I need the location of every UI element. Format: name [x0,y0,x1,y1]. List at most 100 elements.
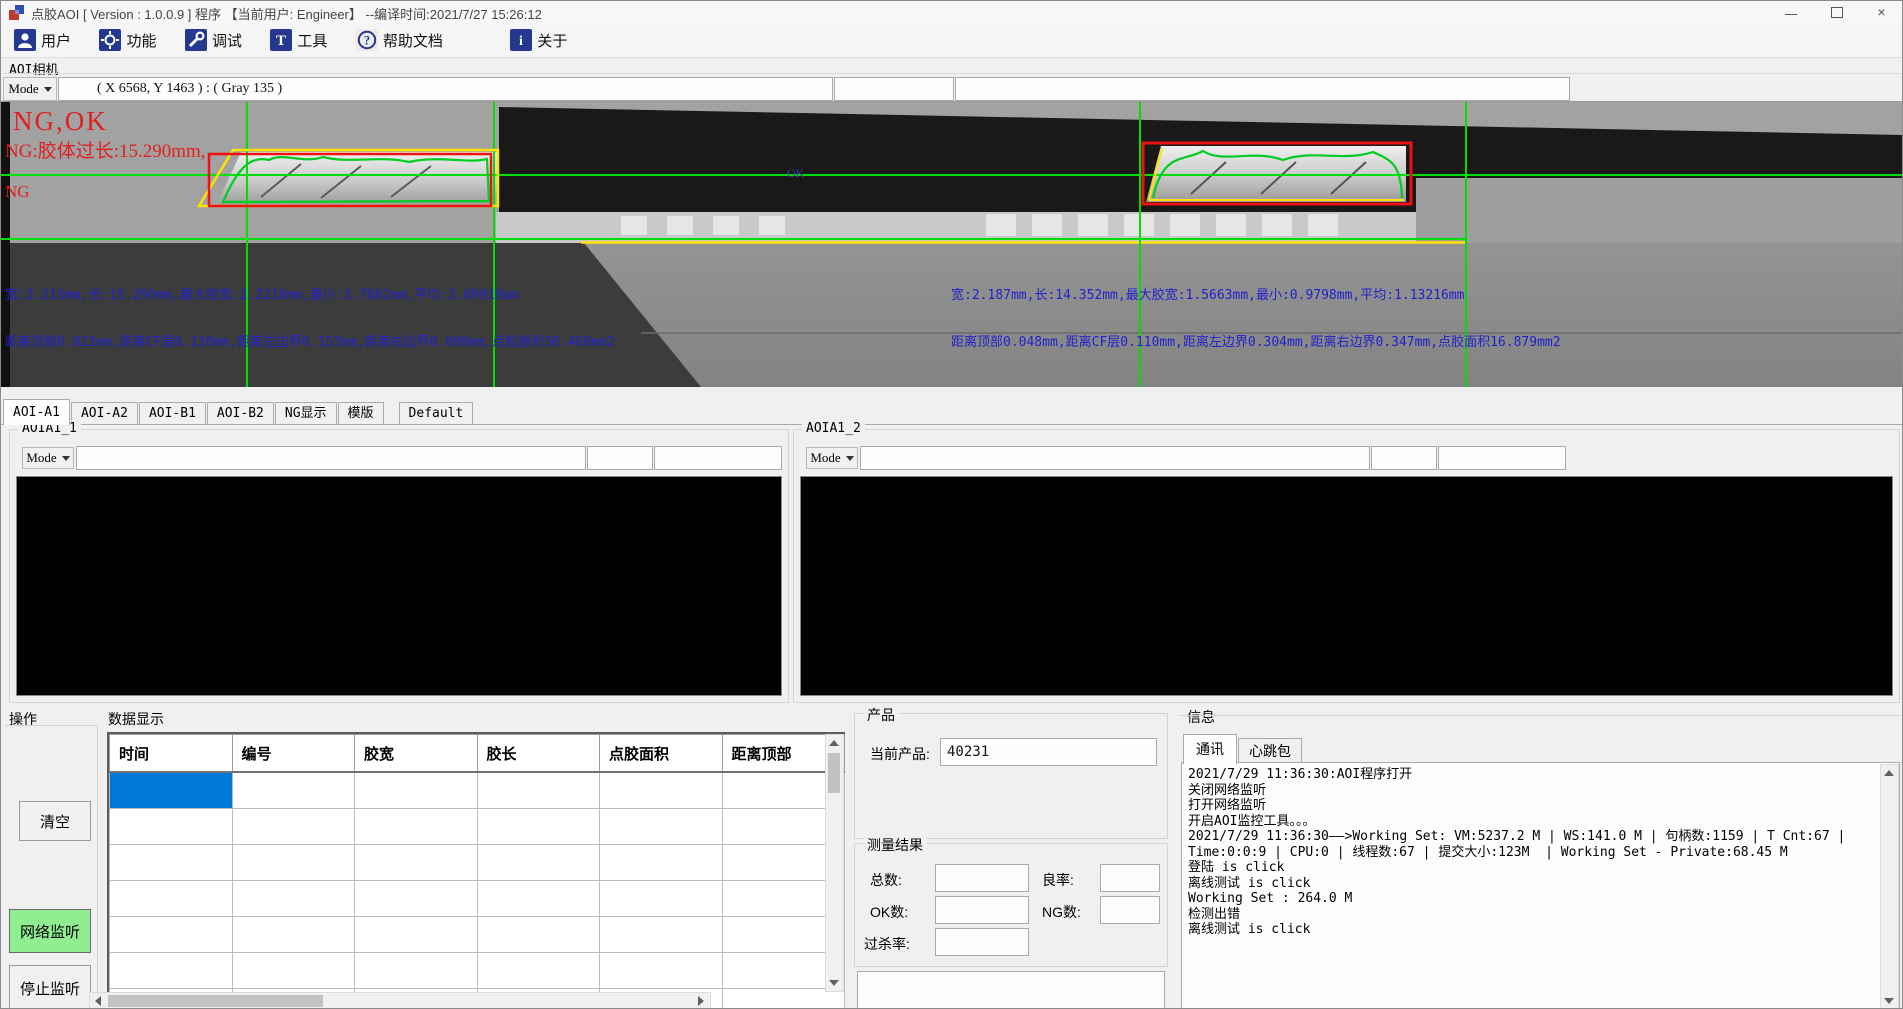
table-row [110,809,845,845]
ok-count-label: OK数: [870,902,908,922]
chevron-down-icon [44,87,52,92]
toolbar-about-button[interactable]: i 关于 [506,26,571,54]
toolbar-debug-button[interactable]: 调试 [181,26,246,54]
overlay-right-measure-line1: 宽:2.187mm,长:14.352mm,最大胶宽:1.5663mm,最小:0.… [951,284,1465,303]
toolbar-user-button[interactable]: 用户 [10,26,75,54]
aoia1-1-image-view[interactable] [16,476,782,696]
table-row [110,917,845,953]
overkill-label: 过杀率: [864,934,910,954]
table-cell[interactable] [477,845,600,881]
info-tab-comm[interactable]: 通讯 [1183,734,1237,765]
table-cell[interactable] [110,953,233,989]
column-header-3[interactable]: 胶长 [477,735,600,773]
window-title: 点胶AOI [ Version : 1.0.0.9 ] 程序 【当前用户: En… [31,4,542,23]
column-header-4[interactable]: 点胶面积 [600,735,723,773]
table-cell[interactable] [477,809,600,845]
toolbar-tools-button[interactable]: T 工具 [266,26,331,54]
log-line: 离线测试 is click [1188,876,1875,892]
tools-icon: T [270,29,292,51]
table-cell[interactable] [232,845,355,881]
column-header-2[interactable]: 胶宽 [355,735,478,773]
table-cell[interactable] [355,953,478,989]
table-cell[interactable] [600,953,723,989]
table-cell[interactable] [600,809,723,845]
svg-text:T: T [276,33,286,49]
total-field [935,864,1029,892]
toolbar-help-button[interactable]: ? 帮助文档 [352,26,447,54]
results-group: 测量结果 总数: 良率: OK数: NG数: 过杀率: [854,843,1168,967]
table-cell[interactable] [110,917,233,953]
tab-ng-display[interactable]: NG显示 [275,402,337,425]
table-cell[interactable] [477,953,600,989]
aoia1-1-mode-dropdown[interactable]: Mode [22,447,74,469]
data-table[interactable]: 时间编号胶宽胶长点胶面积距离顶部 [109,734,845,1009]
table-row [110,953,845,989]
app-window: 点胶AOI [ Version : 1.0.0.9 ] 程序 【当前用户: En… [0,0,1903,1009]
camera-mode-dropdown[interactable]: Mode [3,77,57,101]
panel-aoia1-2: AOIA1_2 Mode [793,429,1900,703]
tab-aoi-a2[interactable]: AOI-A2 [71,402,138,425]
table-cell[interactable] [110,881,233,917]
table-cell[interactable] [355,917,478,953]
column-header-1[interactable]: 编号 [232,735,355,773]
overlay-left-measure-line2: 距离顶部0.021mm,距离CF层0.110mm,距离左边界0.153mm,距离… [5,331,615,350]
log-vscrollbar[interactable] [1880,764,1899,1009]
table-cell[interactable] [600,917,723,953]
network-listen-button[interactable]: 网络监听 [9,909,91,953]
table-cell[interactable] [355,845,478,881]
info-tab-heartbeat[interactable]: 心跳包 [1238,738,1302,763]
table-cell[interactable] [600,881,723,917]
help-icon: ? [356,29,378,51]
table-cell[interactable] [232,809,355,845]
stop-listen-button[interactable]: 停止监听 [9,965,91,1009]
table-cell[interactable] [477,917,600,953]
table-vscrollbar[interactable] [825,734,844,992]
comm-log[interactable]: 2021/7/29 11:36:30:AOI程序打开关闭网络监听打开网络监听开启… [1181,762,1900,1009]
toolbar-function-button[interactable]: 功能 [95,26,160,54]
tab-default[interactable]: Default [399,402,474,425]
minimize-button[interactable] [1769,1,1814,23]
divider [3,73,1902,74]
log-line: Working Set : 264.0 M [1188,891,1875,907]
table-cell[interactable] [232,953,355,989]
table-cell[interactable] [110,845,233,881]
aoia1-1-field-1 [76,446,586,470]
tab-template[interactable]: 模版 [338,402,384,425]
aoia1-2-mode-dropdown[interactable]: Mode [806,447,858,469]
tab-aoi-b2[interactable]: AOI-B2 [207,402,274,425]
table-cell[interactable] [110,809,233,845]
table-cell[interactable] [232,917,355,953]
about-icon: i [510,29,532,51]
aoia1-2-image-view[interactable] [800,476,1893,696]
tab-divider [1,424,1903,425]
tab-aoi-b1[interactable]: AOI-B1 [139,402,206,425]
aoia1-1-field-2 [587,446,653,470]
current-product-field[interactable]: 40231 [940,738,1157,766]
table-cell[interactable] [477,881,600,917]
maximize-button[interactable] [1814,1,1859,23]
tab-aoi-a1[interactable]: AOI-A1 [3,399,70,425]
table-hscrollbar[interactable] [89,992,711,1009]
table-cell[interactable] [232,881,355,917]
overlay-right-measure-line2: 距离顶部0.048mm,距离CF层0.110mm,距离左边界0.304mm,距离… [951,331,1561,350]
table-cell[interactable] [355,809,478,845]
panel-aoia1-1: AOIA1_1 Mode [9,429,789,703]
table-cell[interactable] [232,772,355,809]
table-cell[interactable] [600,845,723,881]
camera-field-3 [955,77,1570,101]
table-cell[interactable] [477,772,600,809]
chevron-down-icon [846,456,854,461]
camera-image-view[interactable]: NG,OK NG:胶体过长:15.290mm, NG OK 宽:2.215mm,… [1,101,1903,387]
table-row [110,845,845,881]
aoia1-1-field-3 [654,446,782,470]
table-cell[interactable] [600,772,723,809]
overlay-ng-detail-text: NG:胶体过长:15.290mm, [5,136,206,163]
column-header-0[interactable]: 时间 [110,735,233,773]
clear-button[interactable]: 清空 [19,801,91,841]
ok-count-field [935,896,1029,924]
table-cell[interactable] [110,772,233,809]
table-cell[interactable] [355,772,478,809]
close-button[interactable]: × [1859,1,1903,23]
table-cell[interactable] [355,881,478,917]
overlay-left-measure-line1: 宽:2.215mm,长:15.290mm,最大胶宽:2.2218mm,最小:1.… [5,284,519,303]
